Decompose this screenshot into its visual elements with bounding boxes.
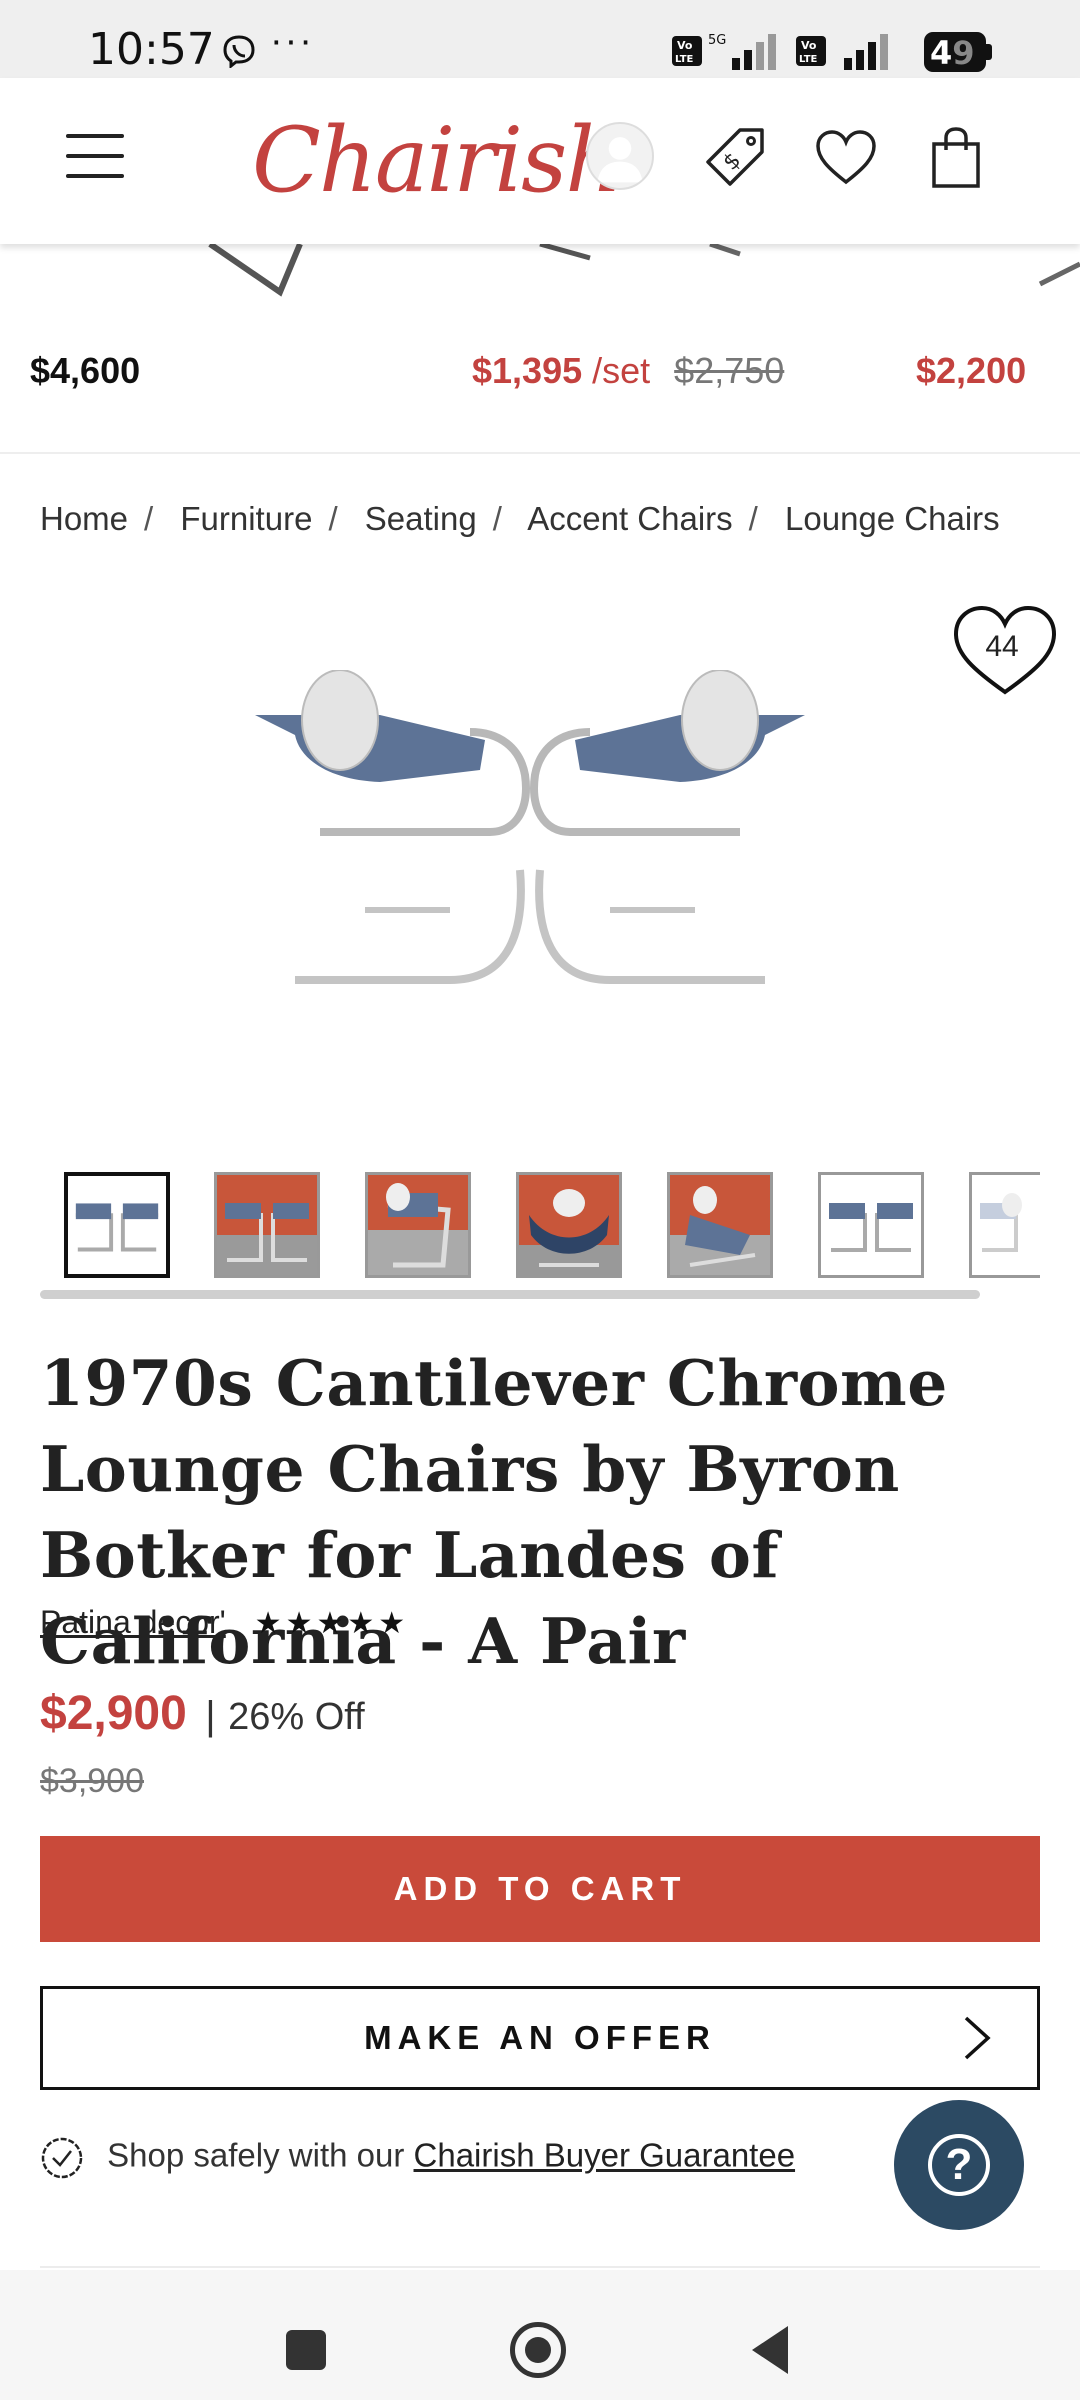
more-notifications-icon: ··· bbox=[270, 20, 314, 62]
favorite-count: 44 bbox=[985, 630, 1019, 663]
viber-icon bbox=[223, 35, 255, 68]
thumbnail[interactable] bbox=[214, 1172, 320, 1278]
heart-icon[interactable] bbox=[814, 126, 878, 190]
breadcrumb-accent-chairs[interactable]: Accent Chairs bbox=[527, 500, 732, 537]
menu-icon[interactable] bbox=[66, 134, 124, 180]
thumbnail[interactable] bbox=[818, 1172, 924, 1278]
status-time: 10:57 bbox=[88, 24, 215, 75]
home-icon[interactable] bbox=[510, 2322, 566, 2378]
product-main-image[interactable] bbox=[250, 670, 810, 1000]
thumbnail[interactable] bbox=[969, 1172, 1040, 1278]
status-bar: 10:57 ··· Vo LTE 5G Vo LTE 49 bbox=[0, 0, 1080, 78]
buyer-guarantee: Shop safely with our Chairish Buyer Guar… bbox=[40, 2136, 795, 2180]
signal-icon: Vo LTE bbox=[796, 34, 888, 70]
breadcrumb-furniture[interactable]: Furniture bbox=[180, 500, 312, 537]
breadcrumb-home[interactable]: Home bbox=[40, 500, 128, 537]
thumbnail[interactable] bbox=[64, 1172, 170, 1278]
seller-rating-stars: ★★★★★ bbox=[254, 1607, 410, 1640]
chairish-logo[interactable]: Chairish bbox=[252, 108, 623, 213]
thumbnail-scrollbar[interactable] bbox=[40, 1290, 980, 1299]
old-price: $2,750 bbox=[674, 350, 785, 391]
breadcrumb: Home / Furniture / Seating / Accent Chairs /… bbox=[40, 500, 1000, 537]
thumbnail[interactable] bbox=[516, 1172, 622, 1278]
price-separator: | bbox=[205, 1694, 216, 1738]
make-offer-button[interactable]: MAKE AN OFFER bbox=[40, 1986, 1040, 2090]
guarantee-text: Shop safely with our bbox=[107, 2136, 405, 2174]
seller-info: Patina decor' ★★★★★ bbox=[40, 1604, 409, 1641]
breadcrumb-seating[interactable]: Seating bbox=[365, 500, 477, 537]
related-item-price[interactable]: $4,600 bbox=[30, 350, 140, 392]
related-product-images bbox=[208, 244, 1080, 297]
divider bbox=[40, 2266, 1040, 2268]
discount-badge: 26% Off bbox=[228, 1696, 365, 1738]
breadcrumb-lounge-chairs[interactable]: Lounge Chairs bbox=[785, 500, 1000, 537]
back-icon[interactable] bbox=[752, 2326, 788, 2374]
product-price: $2,900 bbox=[40, 1687, 187, 1740]
add-to-cart-button[interactable]: ADD TO CART bbox=[40, 1836, 1040, 1942]
svg-text:5G: 5G bbox=[708, 33, 726, 48]
price-unit: /set bbox=[592, 350, 651, 391]
site-header: Chairish $ bbox=[0, 78, 1080, 244]
shopping-bag-icon[interactable] bbox=[926, 126, 990, 190]
thumbnail-gallery bbox=[64, 1172, 1040, 1280]
user-icon[interactable] bbox=[586, 122, 654, 190]
svg-text:LTE: LTE bbox=[799, 54, 818, 65]
thumbnail[interactable] bbox=[667, 1172, 773, 1278]
system-nav-bar bbox=[0, 2270, 1080, 2400]
battery-level: 49 bbox=[930, 34, 975, 72]
related-item-price[interactable]: $2,200 bbox=[916, 350, 1026, 392]
related-products-strip[interactable]: $4,600 $1,395 /set $2,750 $2,200 bbox=[0, 244, 1080, 454]
price-tag-icon[interactable]: $ bbox=[704, 126, 768, 190]
question-icon: ? bbox=[928, 2134, 990, 2196]
buyer-guarantee-link[interactable]: Chairish Buyer Guarantee bbox=[414, 2137, 796, 2174]
thumbnail[interactable] bbox=[365, 1172, 471, 1278]
battery-icon: 49 bbox=[924, 32, 994, 72]
shield-check-icon bbox=[41, 2137, 83, 2179]
seller-link[interactable]: Patina decor' bbox=[40, 1604, 226, 1640]
svg-text:LTE: LTE bbox=[675, 54, 694, 65]
svg-text:Vo: Vo bbox=[801, 39, 817, 52]
help-button[interactable]: ? bbox=[894, 2100, 1024, 2230]
related-item-price[interactable]: $1,395 /set $2,750 bbox=[472, 350, 784, 392]
recent-apps-icon[interactable] bbox=[286, 2330, 326, 2370]
price-row: $2,900 | 26% Off bbox=[40, 1686, 365, 1741]
chevron-right-icon bbox=[964, 2016, 991, 2060]
signal-5g-icon: Vo LTE 5G bbox=[672, 33, 776, 70]
svg-text:Vo: Vo bbox=[677, 39, 693, 52]
original-price: $3,900 bbox=[40, 1762, 144, 1800]
